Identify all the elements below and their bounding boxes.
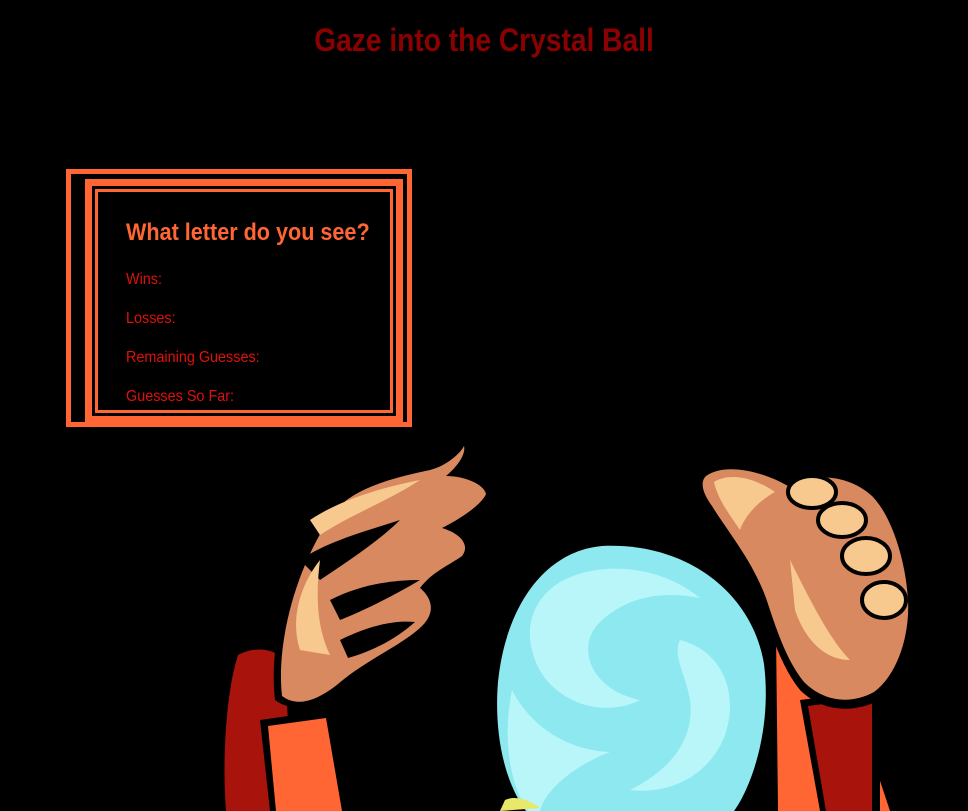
game-page: Gaze into the Crystal Ball What letter d… bbox=[0, 0, 968, 811]
crystal-ball-icon bbox=[488, 539, 775, 811]
left-hand-icon bbox=[216, 432, 495, 811]
fortune-teller-crystal-ball-icon bbox=[216, 432, 919, 811]
